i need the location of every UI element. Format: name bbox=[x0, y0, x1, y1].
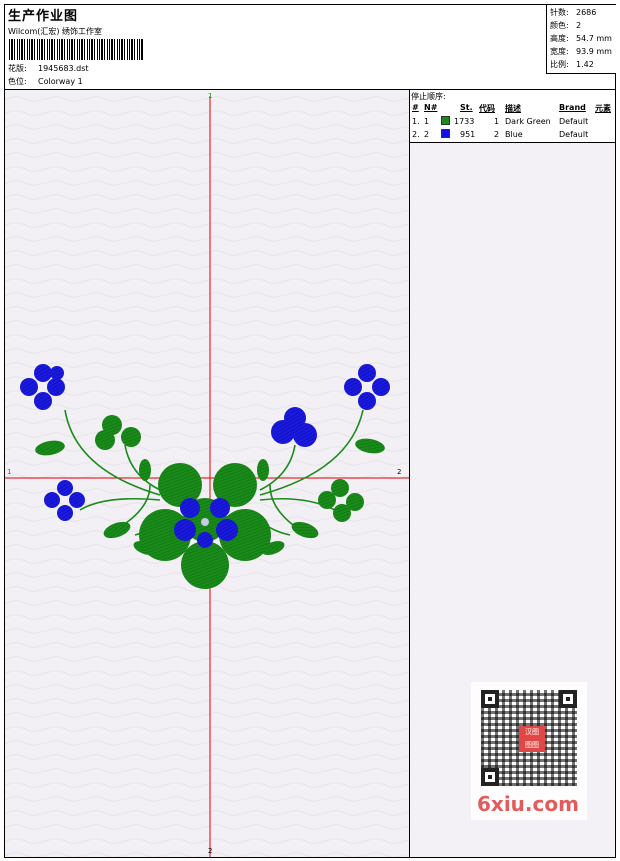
stat-stitches-value: 2686 bbox=[576, 8, 597, 17]
barcode-image bbox=[9, 39, 143, 60]
flower-center bbox=[201, 518, 209, 526]
stat-height: 高度: 54.7 mm bbox=[550, 33, 612, 44]
row-st: 1733 bbox=[454, 117, 475, 126]
axis-label-left: 1 bbox=[7, 468, 12, 476]
axis-label-top: 1 bbox=[208, 92, 213, 100]
row-n: 1 bbox=[424, 117, 430, 126]
stat-colors-label: 颜色: bbox=[550, 21, 569, 30]
color-swatch-green bbox=[441, 116, 450, 125]
row-desc: Dark Green bbox=[505, 117, 551, 126]
col-st: St. bbox=[460, 103, 473, 112]
qr-finder bbox=[481, 690, 499, 708]
stop-sequence-title: 停止顺序: bbox=[411, 92, 446, 101]
sheet-title: 生产作业图 bbox=[8, 9, 79, 24]
stat-width-value: 93.9 mm bbox=[576, 47, 612, 56]
row-desc: Blue bbox=[505, 130, 523, 139]
stat-scale-label: 比例: bbox=[550, 60, 569, 69]
color-swatch-blue bbox=[441, 129, 450, 138]
col-code: 代码 bbox=[479, 104, 495, 113]
qr-code-image: 汉图 图图 bbox=[481, 690, 577, 786]
stat-colors-value: 2 bbox=[576, 21, 582, 30]
stop-sequence-table: 停止顺序: # N# St. 代码 描述 Brand 元素 1. 1 1733 … bbox=[410, 90, 615, 143]
production-sheet: 生产作业图 Wilcom(汇宏) 绣饰工作室 花版: 1945683.dst 色位… bbox=[4, 4, 616, 858]
stat-height-value: 54.7 mm bbox=[576, 34, 612, 43]
stat-stitches: 针数: 2686 bbox=[550, 7, 596, 18]
design-canvas[interactable]: 1 1 2 2 bbox=[5, 90, 410, 857]
col-desc: 描述 bbox=[505, 104, 521, 113]
row-code: 1 bbox=[494, 117, 500, 126]
col-element: 元素 bbox=[595, 104, 611, 113]
pattern-value: 1945683.dst bbox=[38, 64, 89, 73]
watermark-seal: 汉图 图图 bbox=[519, 726, 545, 752]
qr-finder bbox=[559, 690, 577, 708]
col-n: N# bbox=[424, 103, 438, 112]
company-name: Wilcom(汇宏) 绣饰工作室 bbox=[8, 27, 103, 36]
col-brand: Brand bbox=[559, 103, 586, 112]
stat-width-label: 宽度: bbox=[550, 47, 569, 56]
row-hash: 2. bbox=[412, 130, 420, 139]
qr-finder bbox=[481, 768, 499, 786]
stat-height-label: 高度: bbox=[550, 34, 569, 43]
colorway-value: Colorway 1 bbox=[38, 77, 83, 86]
watermark: 汉图 图图 6xiu.com bbox=[471, 682, 587, 820]
row-brand: Default bbox=[559, 117, 589, 126]
embroidery-design bbox=[5, 90, 409, 857]
stat-stitches-label: 针数: bbox=[550, 8, 569, 17]
colorway-label: 色位: bbox=[8, 77, 27, 86]
stat-scale: 比例: 1.42 bbox=[550, 59, 594, 70]
colorway-row: 色位: Colorway 1 bbox=[8, 76, 83, 87]
row-code: 2 bbox=[494, 130, 500, 139]
sheet-header: 生产作业图 Wilcom(汇宏) 绣饰工作室 花版: 1945683.dst 色位… bbox=[5, 5, 616, 90]
stats-panel: 针数: 2686 颜色: 2 高度: 54.7 mm 宽度: 93.9 mm 比例: 1.… bbox=[546, 5, 616, 74]
watermark-site: 6xiu.com bbox=[477, 792, 579, 816]
row-st: 951 bbox=[460, 130, 476, 139]
row-n: 2 bbox=[424, 130, 430, 139]
pattern-label: 花版: bbox=[8, 64, 27, 73]
pattern-row: 花版: 1945683.dst bbox=[8, 63, 89, 74]
axis-label-right: 2 bbox=[397, 468, 402, 476]
axis-label-bottom: 2 bbox=[208, 847, 213, 855]
stat-width: 宽度: 93.9 mm bbox=[550, 46, 612, 57]
row-hash: 1. bbox=[412, 117, 420, 126]
col-hash: # bbox=[412, 103, 419, 112]
stat-scale-value: 1.42 bbox=[576, 60, 594, 69]
row-brand: Default bbox=[559, 130, 589, 139]
stat-colors: 颜色: 2 bbox=[550, 20, 581, 31]
